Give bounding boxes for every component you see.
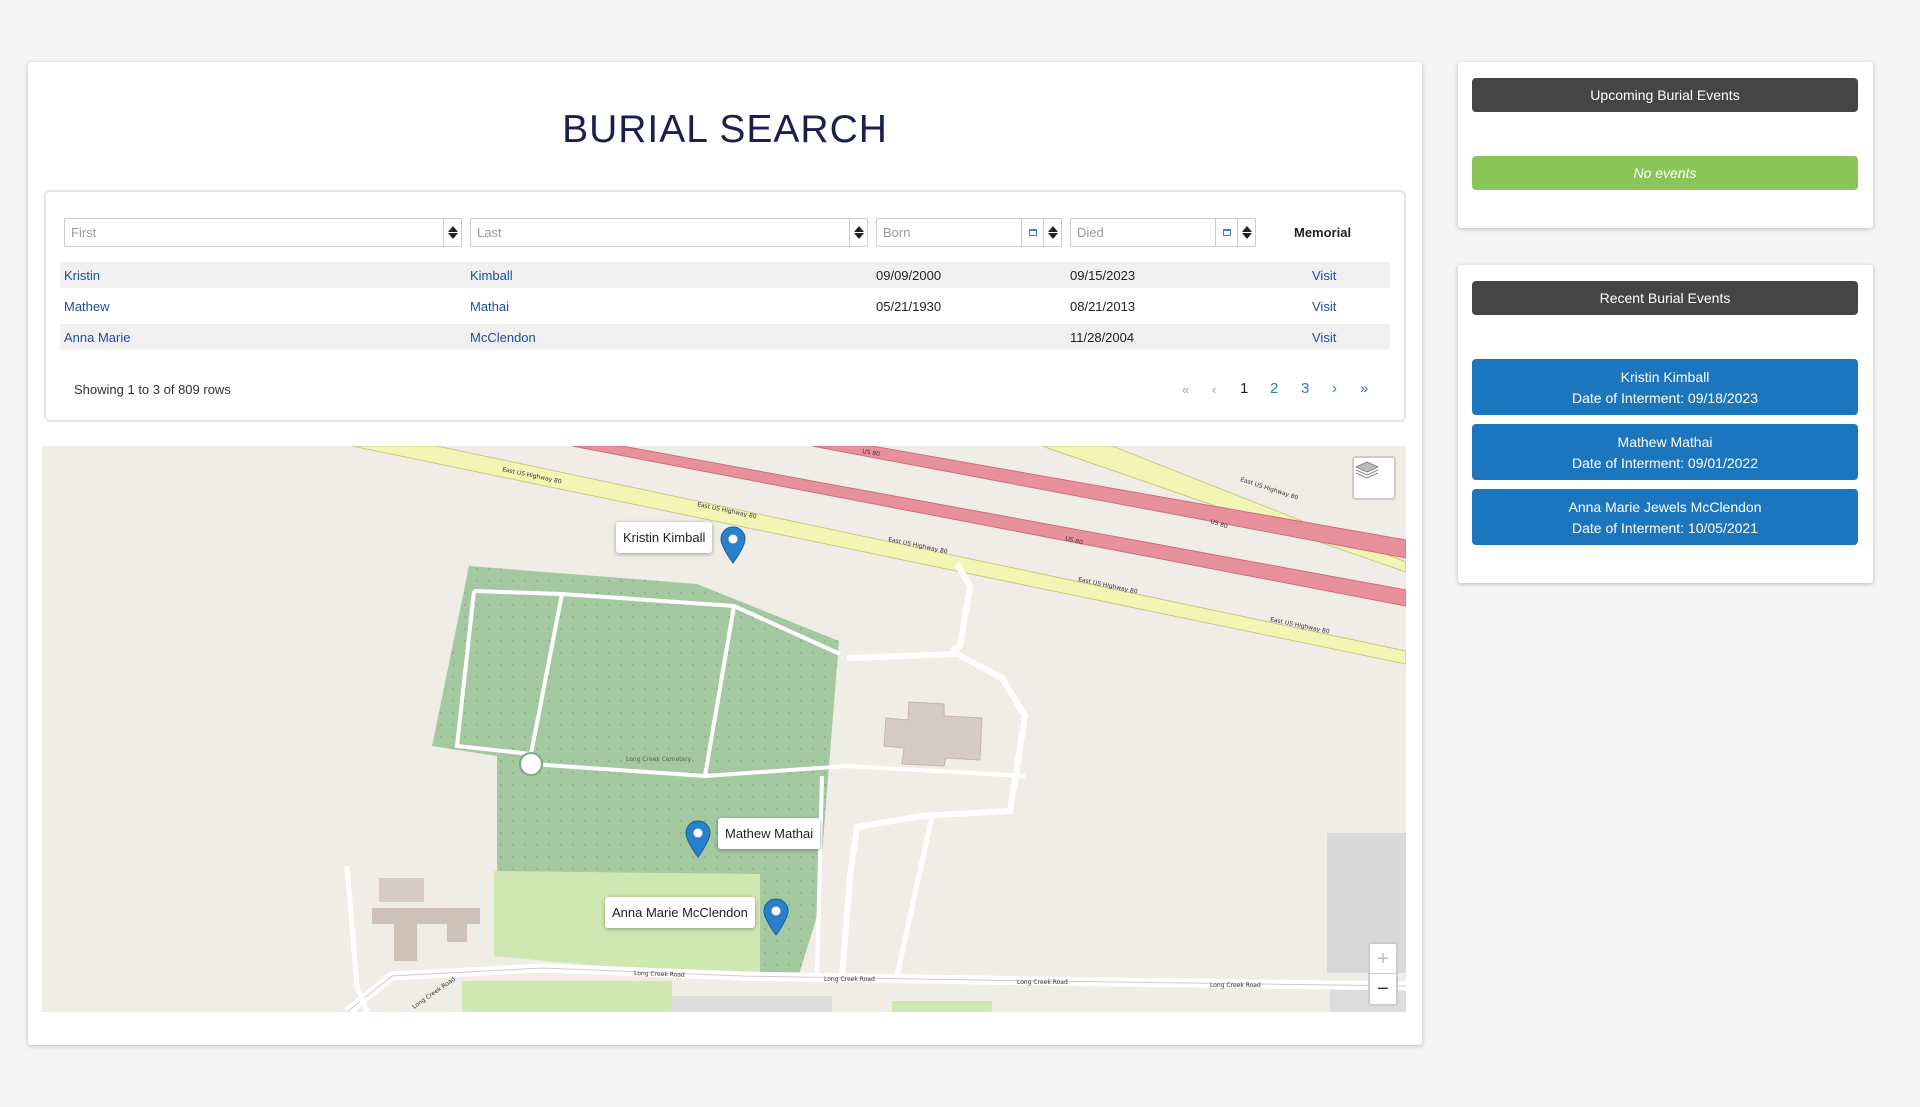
page-2-button[interactable]: 2 bbox=[1270, 380, 1278, 397]
visit-link[interactable]: Visit bbox=[1312, 268, 1336, 283]
page-1-button[interactable]: 1 bbox=[1240, 380, 1248, 397]
map-marker-icon[interactable] bbox=[685, 820, 711, 858]
event-date: Date of Interment: 09/01/2022 bbox=[1571, 455, 1758, 471]
road-label: Long Creek Road bbox=[411, 976, 457, 1011]
last-name-link[interactable]: Kimball bbox=[470, 268, 513, 283]
hwy-label: East US Highway 80 bbox=[1239, 476, 1299, 501]
recent-event-item[interactable]: Anna Marie Jewels McClendon Date of Inte… bbox=[1472, 489, 1858, 545]
recent-events-panel: Recent Burial Events Kristin Kimball Dat… bbox=[1458, 265, 1873, 583]
marker-popup: Mathew Mathai bbox=[718, 818, 821, 849]
road-label: Long Creek Road bbox=[634, 970, 685, 979]
sort-first-icon[interactable] bbox=[443, 219, 461, 246]
died-calendar-icon[interactable] bbox=[1215, 219, 1237, 246]
page-title: BURIAL SEARCH bbox=[562, 108, 888, 151]
recent-event-item[interactable]: Mathew Mathai Date of Interment: 09/01/2… bbox=[1472, 424, 1858, 480]
died-date: 08/21/2013 bbox=[1070, 299, 1136, 314]
first-page-button[interactable]: « bbox=[1182, 382, 1189, 397]
died-date: 11/28/2004 bbox=[1070, 330, 1135, 345]
first-name-link[interactable]: Kristin bbox=[64, 268, 100, 283]
no-events-badge: No events bbox=[1472, 156, 1858, 190]
born-filter-placeholder: Born bbox=[883, 225, 911, 240]
sort-last-icon[interactable] bbox=[849, 219, 867, 246]
burial-search-card: BURIAL SEARCH First Last Born Died Memor… bbox=[28, 62, 1422, 1045]
died-date: 09/15/2023 bbox=[1070, 268, 1136, 283]
sort-born-icon[interactable] bbox=[1043, 219, 1061, 246]
prev-page-button[interactable]: ‹ bbox=[1212, 382, 1216, 397]
visit-link[interactable]: Visit bbox=[1312, 299, 1336, 314]
event-date: Date of Interment: 09/18/2023 bbox=[1571, 390, 1758, 406]
recent-event-item[interactable]: Kristin Kimball Date of Interment: 09/18… bbox=[1472, 359, 1858, 415]
pagination-summary: Showing 1 to 3 of 809 rows bbox=[74, 382, 231, 397]
upcoming-events-header: Upcoming Burial Events bbox=[1472, 78, 1858, 112]
last-name-link[interactable]: McClendon bbox=[470, 330, 536, 345]
table-row: Kristin Kimball 09/09/2000 09/15/2023 Vi… bbox=[60, 262, 1390, 288]
marker-popup: Anna Marie McClendon bbox=[605, 897, 755, 928]
burial-table: First Last Born Died Memorial Kristin Ki… bbox=[44, 190, 1406, 422]
first-name-link[interactable]: Anna Marie bbox=[64, 330, 130, 345]
table-row: Mathew Mathai 05/21/1930 08/21/2013 Visi… bbox=[60, 293, 1390, 319]
cemetery-label: Long Creek Cemetery bbox=[626, 756, 692, 763]
cemetery-map[interactable]: East US Highway 80 East US Highway 80 Ea… bbox=[42, 446, 1406, 1012]
road-label: Long Creek Road bbox=[1210, 982, 1261, 989]
page-3-button[interactable]: 3 bbox=[1301, 380, 1309, 397]
last-name-link[interactable]: Mathai bbox=[470, 299, 509, 314]
born-date: 09/09/2000 bbox=[876, 268, 942, 283]
memorial-column-header: Memorial bbox=[1294, 225, 1352, 240]
next-page-button[interactable]: › bbox=[1332, 380, 1337, 397]
upcoming-events-panel: Upcoming Burial Events No events bbox=[1458, 62, 1873, 228]
zoom-in-button[interactable]: + bbox=[1370, 944, 1396, 974]
layers-icon bbox=[1354, 461, 1380, 479]
died-filter-placeholder: Died bbox=[1077, 225, 1104, 240]
visit-link[interactable]: Visit bbox=[1312, 330, 1336, 345]
first-filter-placeholder: First bbox=[71, 225, 97, 240]
born-date: 05/21/1930 bbox=[876, 299, 942, 314]
event-name: Mathew Mathai bbox=[1617, 434, 1713, 450]
died-filter-input[interactable]: Died bbox=[1070, 218, 1256, 247]
event-name: Anna Marie Jewels McClendon bbox=[1568, 499, 1762, 515]
last-filter-placeholder: Last bbox=[477, 225, 502, 240]
zoom-out-button[interactable]: − bbox=[1370, 974, 1396, 1004]
last-page-button[interactable]: » bbox=[1360, 380, 1368, 397]
event-name: Kristin Kimball bbox=[1620, 369, 1710, 385]
event-date: Date of Interment: 10/05/2021 bbox=[1571, 520, 1758, 536]
layers-control-button[interactable] bbox=[1352, 456, 1396, 500]
map-marker-icon[interactable] bbox=[720, 526, 746, 564]
first-name-link[interactable]: Mathew bbox=[64, 299, 110, 314]
sort-died-icon[interactable] bbox=[1237, 219, 1255, 246]
road-label: Long Creek Road bbox=[824, 976, 875, 983]
last-filter-input[interactable]: Last bbox=[470, 218, 868, 247]
road-label: Long Creek Road bbox=[1017, 979, 1068, 986]
zoom-control: + − bbox=[1368, 942, 1398, 1006]
marker-popup: Kristin Kimball bbox=[616, 522, 713, 553]
born-calendar-icon[interactable] bbox=[1021, 219, 1043, 246]
born-filter-input[interactable]: Born bbox=[876, 218, 1062, 247]
table-row: Anna Marie McClendon 11/28/2004 Visit bbox=[60, 324, 1390, 350]
recent-events-header: Recent Burial Events bbox=[1472, 281, 1858, 315]
map-marker-icon[interactable] bbox=[763, 898, 789, 936]
first-filter-input[interactable]: First bbox=[64, 218, 462, 247]
